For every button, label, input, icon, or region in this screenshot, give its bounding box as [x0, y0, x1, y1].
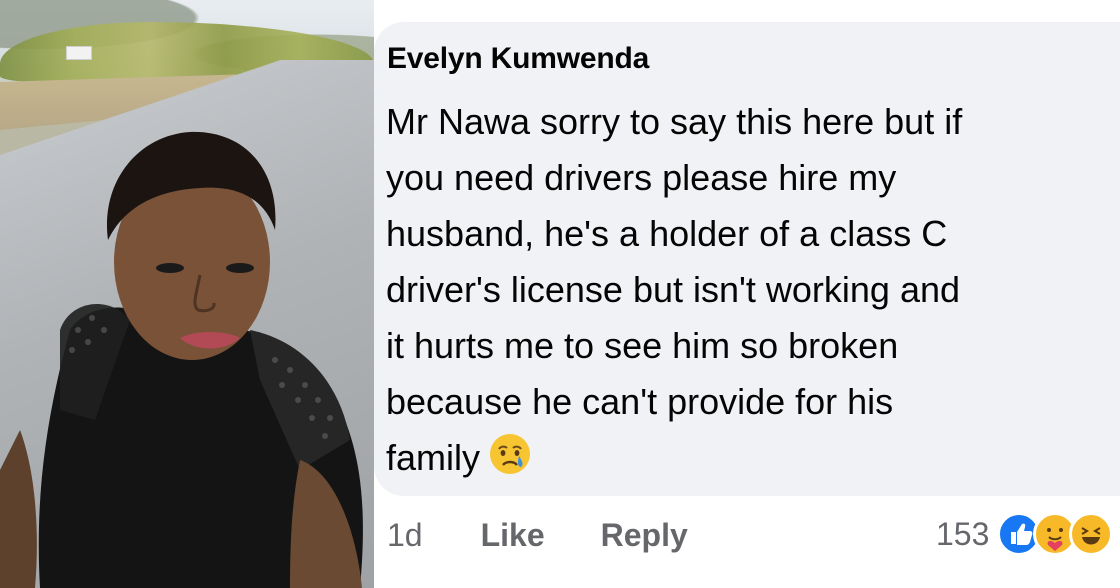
- haha-icon: [1069, 512, 1114, 556]
- comment-line-text: family: [386, 437, 481, 478]
- comment-line: you need drivers please hire my: [386, 157, 897, 198]
- photo-person: [0, 131, 363, 588]
- comment-actions: 1d Like Reply: [387, 510, 688, 560]
- comment-line: Mr Nawa sorry to say this here but if: [386, 101, 963, 142]
- comment-timestamp[interactable]: 1d: [387, 517, 423, 554]
- comment-line: because he can't provide for his: [386, 381, 894, 422]
- comment-text: Mr Nawa sorry to say this here but if yo…: [386, 94, 1106, 486]
- reactions-summary[interactable]: 153: [936, 508, 1114, 560]
- comment-author[interactable]: Evelyn Kumwenda: [387, 42, 649, 76]
- reaction-count[interactable]: 153: [936, 516, 989, 553]
- comment-line: driver's license but isn't working and: [386, 269, 961, 310]
- like-button[interactable]: Like: [481, 517, 545, 554]
- reply-button[interactable]: Reply: [601, 517, 688, 554]
- comment-line: it hurts me to see him so broken: [386, 325, 899, 366]
- profile-photo: [0, 0, 374, 588]
- comment-line-last: family: [386, 430, 1106, 486]
- crying-face-emoji-icon: [490, 434, 531, 474]
- comment-line: husband, he's a holder of a class C: [386, 213, 948, 254]
